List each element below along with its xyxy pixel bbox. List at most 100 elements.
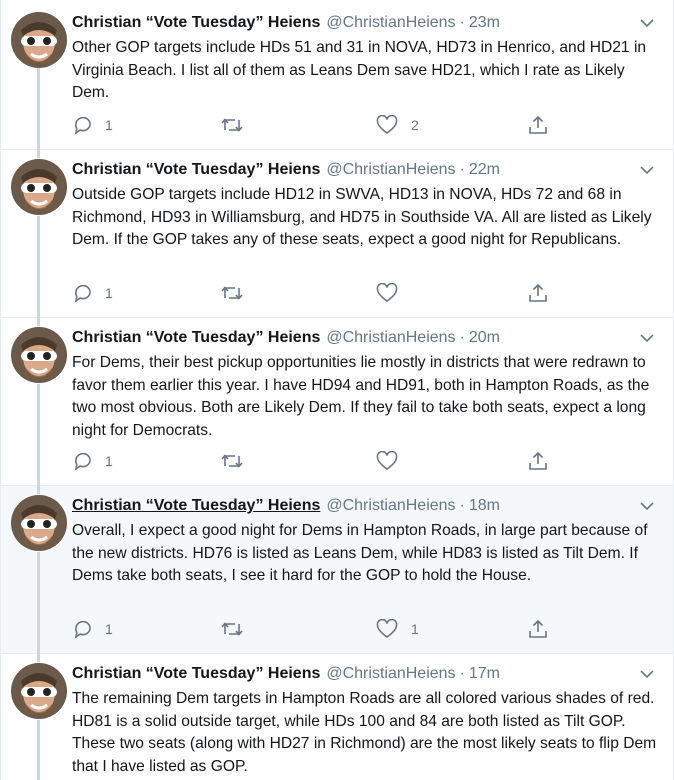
avatar-image [11,327,67,383]
avatar[interactable] [11,663,67,719]
reply-count: 1 [105,453,113,469]
thread-connector [37,66,40,150]
tweet-header: Christian “Vote Tuesday” Heiens @Christi… [72,159,500,181]
reply-button[interactable]: 1 [72,450,113,472]
author-name[interactable]: Christian “Vote Tuesday” Heiens [72,497,320,515]
thread-connector [37,720,40,780]
separator: · [459,161,465,178]
timestamp[interactable]: 20m [469,329,500,347]
chevron-down-icon[interactable] [639,15,655,31]
author-name[interactable]: Christian “Vote Tuesday” Heiens [72,14,320,32]
reply-count: 1 [105,117,113,133]
author-handle[interactable]: @ChristianHeiens [326,665,455,683]
like-button[interactable] [376,450,411,472]
retweet-button[interactable] [220,450,257,472]
timestamp[interactable]: 17m [469,665,500,683]
retweet-button[interactable] [220,618,257,640]
retweet-icon [221,286,243,300]
thread-connector [37,216,40,318]
like-count: 2 [411,117,419,133]
like-button[interactable]: 1 [376,618,419,640]
tweet-text: The remaining Dem targets in Hampton Roa… [72,690,657,775]
like-button[interactable]: 2 [376,114,419,136]
reply-button[interactable]: 1 [72,114,113,136]
chevron-down-icon[interactable] [639,498,655,514]
tweet-actions: 1 2 [72,114,572,136]
share-icon [529,115,547,134]
timestamp[interactable]: 22m [469,161,500,179]
thread-connector [37,486,40,494]
retweet-icon [221,622,243,636]
separator: · [459,497,465,514]
tweet-header: Christian “Vote Tuesday” Heiens @Christi… [72,12,500,34]
like-button[interactable] [376,282,411,304]
tweet[interactable]: Christian “Vote Tuesday” Heiens @Christi… [1,0,673,150]
tweet-text: Overall, I expect a good night for Dems … [72,522,648,584]
author-name[interactable]: Christian “Vote Tuesday” Heiens [72,161,320,179]
author-handle[interactable]: @ChristianHeiens [326,329,455,347]
heart-icon [376,451,398,470]
timestamp[interactable]: 23m [469,14,500,32]
reply-icon [74,452,91,471]
share-button[interactable] [528,114,548,136]
tweet-actions: 1 [72,282,572,304]
thread-connector [37,384,40,486]
tweet[interactable]: Christian “Vote Tuesday” Heiens @Christi… [1,318,673,486]
share-button[interactable] [528,618,548,640]
avatar[interactable] [11,12,67,68]
author-handle[interactable]: @ChristianHeiens [326,14,455,32]
heart-icon [376,115,398,134]
share-button[interactable] [528,450,548,472]
share-button[interactable] [528,282,548,304]
tweet[interactable]: Christian “Vote Tuesday” Heiens @Christi… [1,654,673,780]
tweet-text: Other GOP targets include HDs 51 and 31 … [72,39,647,101]
avatar-image [11,12,67,68]
reply-icon [74,116,91,135]
reply-icon [74,284,91,303]
retweet-button[interactable] [220,114,257,136]
thread-connector [37,552,40,654]
reply-count: 1 [105,285,113,301]
author-handle[interactable]: @ChristianHeiens [326,161,455,179]
reply-icon [74,620,91,639]
author-name[interactable]: Christian “Vote Tuesday” Heiens [72,665,320,683]
author-name[interactable]: Christian “Vote Tuesday” Heiens [72,329,320,347]
chevron-down-icon[interactable] [639,666,655,682]
tweet-header: Christian “Vote Tuesday” Heiens @Christi… [72,495,500,517]
avatar-image [11,495,67,551]
tweet-text: Outside GOP targets include HD12 in SWVA… [72,186,652,248]
retweet-button[interactable] [220,282,257,304]
chevron-down-icon[interactable] [639,162,655,178]
chevron-down-icon[interactable] [639,330,655,346]
avatar[interactable] [11,327,67,383]
retweet-icon [221,454,243,468]
separator: · [459,14,465,31]
avatar[interactable] [11,159,67,215]
reply-button[interactable]: 1 [72,282,113,304]
retweet-icon [221,118,243,132]
separator: · [459,329,465,346]
avatar-image [11,159,67,215]
like-count: 1 [411,621,419,637]
heart-icon [376,619,398,638]
avatar-image [11,663,67,719]
tweet-text: For Dems, their best pickup opportunitie… [72,354,650,439]
tweet-actions: 1 [72,450,572,472]
thread-connector [37,654,40,662]
author-handle[interactable]: @ChristianHeiens [326,497,455,515]
timestamp[interactable]: 18m [469,497,500,515]
tweet-header: Christian “Vote Tuesday” Heiens @Christi… [72,663,500,685]
avatar[interactable] [11,495,67,551]
reply-count: 1 [105,621,113,637]
share-icon [529,619,547,638]
tweet-thread: Christian “Vote Tuesday” Heiens @Christi… [0,0,674,780]
thread-connector [37,318,40,326]
share-icon [529,283,547,302]
tweet[interactable]: Christian “Vote Tuesday” Heiens @Christi… [1,150,673,318]
separator: · [459,665,465,682]
tweet[interactable]: Christian “Vote Tuesday” Heiens @Christi… [1,486,673,654]
tweet-actions: 1 1 [72,618,572,640]
reply-button[interactable]: 1 [72,618,113,640]
thread-connector [37,150,40,158]
share-icon [529,451,547,470]
